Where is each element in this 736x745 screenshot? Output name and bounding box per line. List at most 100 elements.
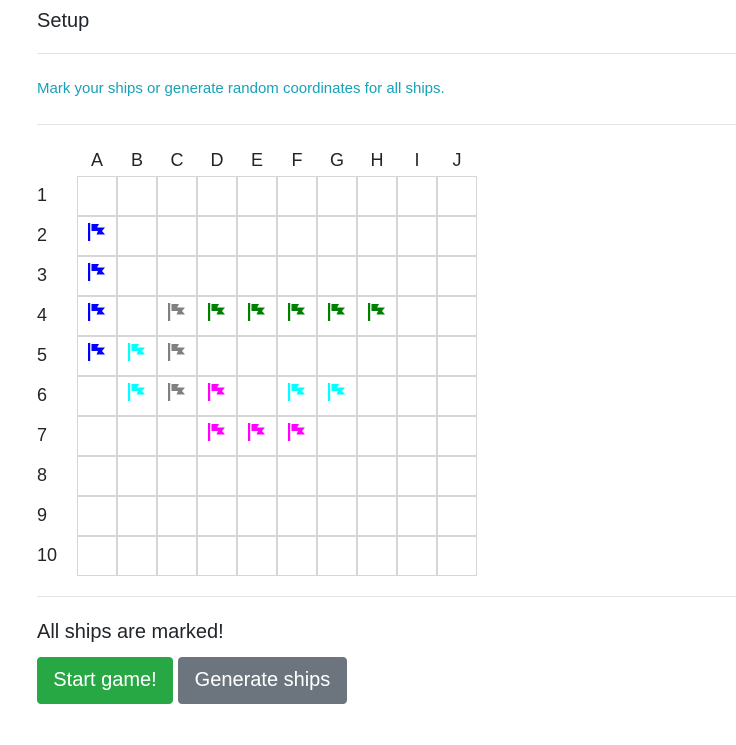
board-cell-a7[interactable]	[77, 416, 117, 456]
board-cell-j4[interactable]	[437, 296, 477, 336]
board-cell-d7[interactable]	[197, 416, 237, 456]
board-cell-b6[interactable]	[117, 376, 157, 416]
board-cell-i9[interactable]	[397, 496, 437, 536]
board-cell-h5[interactable]	[357, 336, 397, 376]
board-cell-e3[interactable]	[237, 256, 277, 296]
board-cell-g5[interactable]	[317, 336, 357, 376]
board-cell-b7[interactable]	[117, 416, 157, 456]
board-cell-h1[interactable]	[357, 176, 397, 216]
board-cell-j10[interactable]	[437, 536, 477, 576]
board-cell-i10[interactable]	[397, 536, 437, 576]
board-cell-f7[interactable]	[277, 416, 317, 456]
board-cell-c1[interactable]	[157, 176, 197, 216]
generate-ships-button[interactable]: Generate ships	[178, 657, 347, 704]
board-cell-d1[interactable]	[197, 176, 237, 216]
board-cell-f5[interactable]	[277, 336, 317, 376]
board-cell-a10[interactable]	[77, 536, 117, 576]
board-cell-c5[interactable]	[157, 336, 197, 376]
board-cell-e5[interactable]	[237, 336, 277, 376]
board-cell-a5[interactable]	[77, 336, 117, 376]
board-cell-b4[interactable]	[117, 296, 157, 336]
board-cell-b8[interactable]	[117, 456, 157, 496]
board-cell-e9[interactable]	[237, 496, 277, 536]
board-cell-d3[interactable]	[197, 256, 237, 296]
board-cell-i1[interactable]	[397, 176, 437, 216]
start-game-button[interactable]: Start game!	[37, 657, 173, 704]
board-cell-a9[interactable]	[77, 496, 117, 536]
board-cell-e4[interactable]	[237, 296, 277, 336]
board-cell-h4[interactable]	[357, 296, 397, 336]
board-cell-g1[interactable]	[317, 176, 357, 216]
board-cell-d6[interactable]	[197, 376, 237, 416]
board-cell-h2[interactable]	[357, 216, 397, 256]
board-cell-j2[interactable]	[437, 216, 477, 256]
board-cell-j7[interactable]	[437, 416, 477, 456]
board-cell-d10[interactable]	[197, 536, 237, 576]
board-cell-d8[interactable]	[197, 456, 237, 496]
board-cell-i4[interactable]	[397, 296, 437, 336]
board-cell-e7[interactable]	[237, 416, 277, 456]
board-cell-f1[interactable]	[277, 176, 317, 216]
board-cell-h7[interactable]	[357, 416, 397, 456]
board-cell-g4[interactable]	[317, 296, 357, 336]
board-cell-h9[interactable]	[357, 496, 397, 536]
board-cell-f4[interactable]	[277, 296, 317, 336]
board-cell-e10[interactable]	[237, 536, 277, 576]
board-cell-a4[interactable]	[77, 296, 117, 336]
board-cell-i2[interactable]	[397, 216, 437, 256]
board-cell-i8[interactable]	[397, 456, 437, 496]
board-cell-b1[interactable]	[117, 176, 157, 216]
board-cell-e2[interactable]	[237, 216, 277, 256]
board-cell-f8[interactable]	[277, 456, 317, 496]
board-cell-i6[interactable]	[397, 376, 437, 416]
board-cell-g7[interactable]	[317, 416, 357, 456]
board-cell-e8[interactable]	[237, 456, 277, 496]
board-cell-f9[interactable]	[277, 496, 317, 536]
board-cell-j8[interactable]	[437, 456, 477, 496]
board-cell-a8[interactable]	[77, 456, 117, 496]
board-cell-j6[interactable]	[437, 376, 477, 416]
board-cell-c8[interactable]	[157, 456, 197, 496]
board-cell-f10[interactable]	[277, 536, 317, 576]
board-cell-j9[interactable]	[437, 496, 477, 536]
board-cell-b2[interactable]	[117, 216, 157, 256]
board-cell-d2[interactable]	[197, 216, 237, 256]
board-cell-e6[interactable]	[237, 376, 277, 416]
board-cell-f6[interactable]	[277, 376, 317, 416]
board-cell-c2[interactable]	[157, 216, 197, 256]
board-cell-c7[interactable]	[157, 416, 197, 456]
board-cell-i7[interactable]	[397, 416, 437, 456]
board-cell-e1[interactable]	[237, 176, 277, 216]
board-cell-h6[interactable]	[357, 376, 397, 416]
board-cell-h10[interactable]	[357, 536, 397, 576]
board-cell-h8[interactable]	[357, 456, 397, 496]
board-cell-a1[interactable]	[77, 176, 117, 216]
board-cell-j1[interactable]	[437, 176, 477, 216]
board-cell-j3[interactable]	[437, 256, 477, 296]
board-cell-b9[interactable]	[117, 496, 157, 536]
board-cell-g9[interactable]	[317, 496, 357, 536]
board-cell-d4[interactable]	[197, 296, 237, 336]
board-cell-c3[interactable]	[157, 256, 197, 296]
board-cell-g2[interactable]	[317, 216, 357, 256]
board-cell-i3[interactable]	[397, 256, 437, 296]
board-cell-h3[interactable]	[357, 256, 397, 296]
board-cell-c4[interactable]	[157, 296, 197, 336]
board-cell-d5[interactable]	[197, 336, 237, 376]
board-cell-g3[interactable]	[317, 256, 357, 296]
board-cell-g8[interactable]	[317, 456, 357, 496]
board-cell-f3[interactable]	[277, 256, 317, 296]
board-cell-c6[interactable]	[157, 376, 197, 416]
board-cell-a6[interactable]	[77, 376, 117, 416]
board-cell-c9[interactable]	[157, 496, 197, 536]
board-cell-b5[interactable]	[117, 336, 157, 376]
board-cell-a2[interactable]	[77, 216, 117, 256]
board-cell-c10[interactable]	[157, 536, 197, 576]
board-cell-j5[interactable]	[437, 336, 477, 376]
board-cell-g10[interactable]	[317, 536, 357, 576]
board-cell-f2[interactable]	[277, 216, 317, 256]
board-cell-g6[interactable]	[317, 376, 357, 416]
board-cell-a3[interactable]	[77, 256, 117, 296]
board-cell-d9[interactable]	[197, 496, 237, 536]
board-cell-b10[interactable]	[117, 536, 157, 576]
